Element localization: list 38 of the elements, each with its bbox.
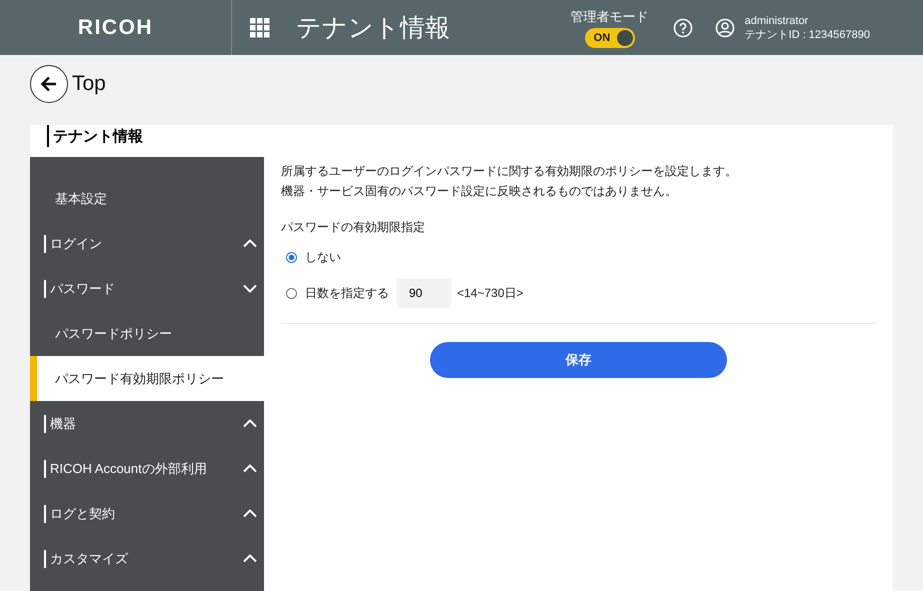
option-label[interactable]: しない [305, 248, 341, 266]
field-label: パスワードの有効期限指定 [281, 219, 426, 236]
option-label[interactable]: 日数を指定する [305, 284, 389, 302]
chevron-up-icon [243, 554, 257, 563]
logo: RICOH [78, 16, 154, 40]
sidebar-group[interactable]: 機器 [30, 401, 264, 446]
chevron-up-icon [243, 239, 257, 248]
user-icon[interactable] [714, 18, 735, 38]
radio-button[interactable] [286, 288, 297, 298]
chevron-up-icon [243, 419, 257, 428]
page-title: テナント情報 [296, 13, 450, 44]
description-text: 所属するユーザーのログインパスワードに関する有効期限のポリシーを設定します。 [281, 163, 738, 180]
back-arrow-icon [39, 74, 59, 94]
sidebar-group[interactable]: ログイン [30, 221, 264, 266]
admin-mode-toggle[interactable]: ON [584, 28, 635, 48]
sidebar-group[interactable]: パスワード [30, 266, 264, 311]
sidebar-item[interactable]: パスワード有効期限ポリシー [30, 356, 264, 401]
section-title: テナント情報 [47, 125, 893, 147]
radio-button[interactable] [286, 252, 297, 262]
days-input-field[interactable]: 90 [397, 278, 451, 308]
sidebar-group[interactable]: ログと契約 [30, 491, 264, 536]
chevron-up-icon [243, 509, 257, 518]
range-hint: <14~730日> [457, 284, 524, 302]
tenant-id: テナントID : 1234567890 [744, 28, 870, 42]
sidebar-group[interactable]: RICOH Accountの外部利用 [30, 446, 264, 491]
sidebar-item[interactable]: 基本設定 [30, 176, 264, 221]
sidebar-item[interactable]: パスワードポリシー [30, 311, 264, 356]
admin-mode-label: 管理者モード [570, 8, 649, 26]
back-button[interactable] [30, 64, 68, 102]
apps-grid-icon[interactable] [250, 18, 270, 38]
chevron-down-icon [243, 284, 257, 293]
description-text: 機器・サービス固有のパスワード設定に反映されるものではありません。 [281, 183, 678, 200]
help-icon[interactable] [672, 18, 693, 38]
chevron-up-icon [243, 464, 257, 473]
save-button[interactable]: 保存 [430, 342, 727, 378]
sidebar-group[interactable]: カスタマイズ [30, 536, 264, 581]
user-name: administrator [744, 14, 810, 28]
back-label[interactable]: Top [72, 72, 106, 96]
